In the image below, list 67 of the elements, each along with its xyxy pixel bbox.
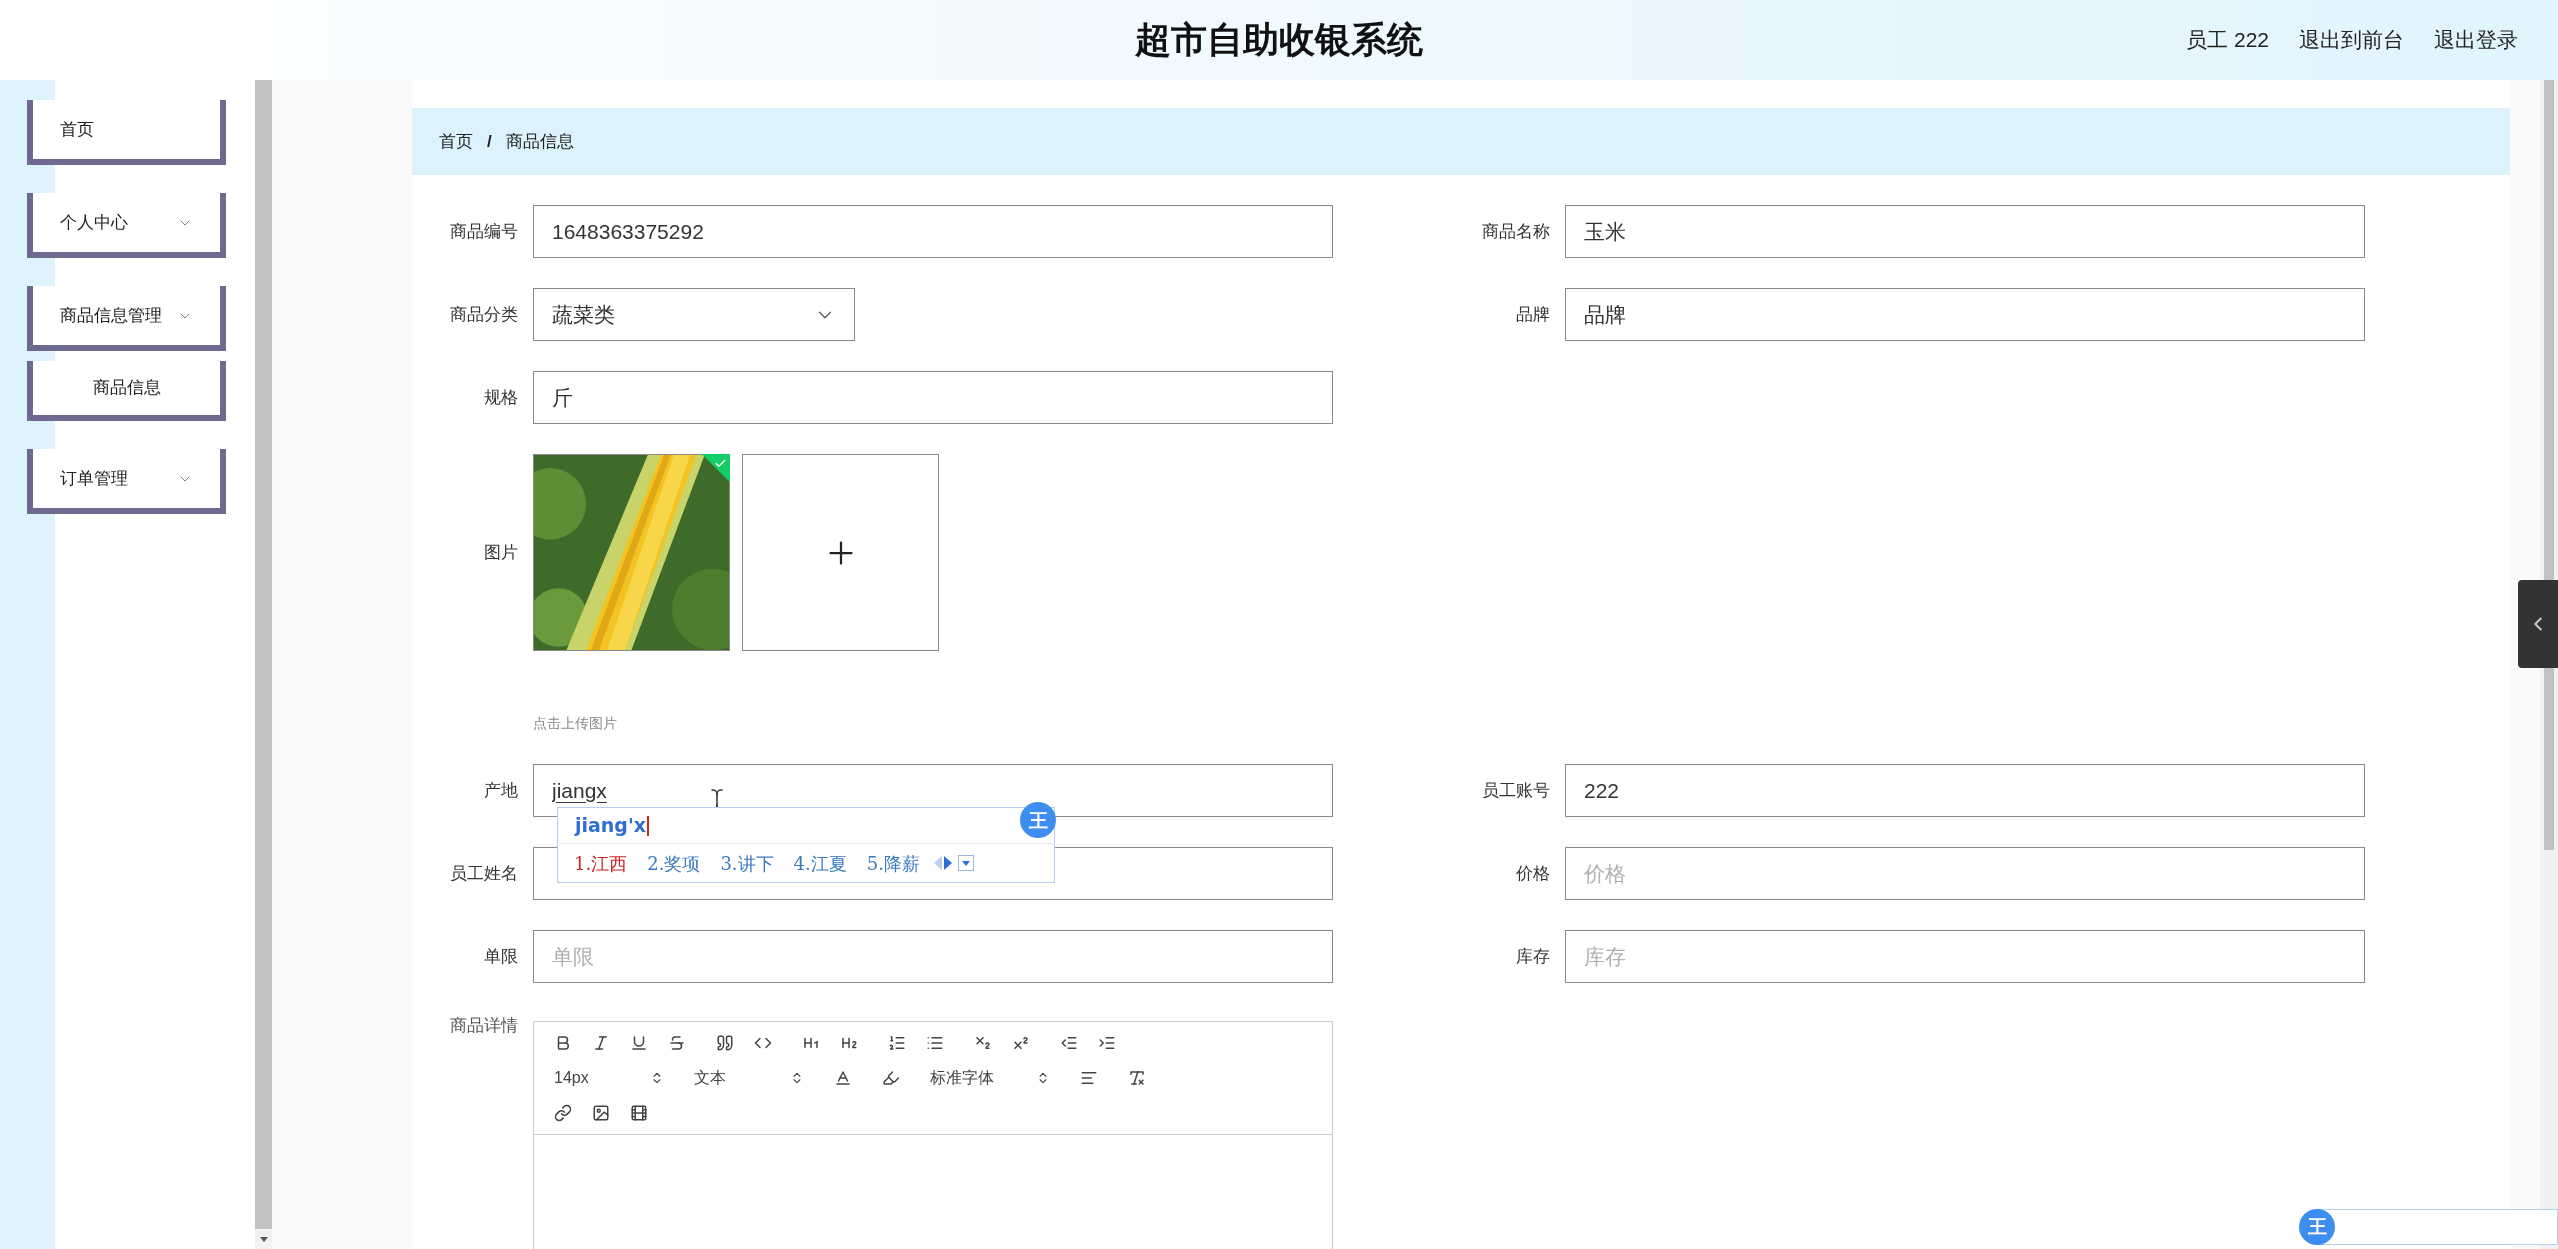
scroll-down-icon[interactable] xyxy=(259,1236,268,1242)
menu-item[interactable]: 商品信息管理 xyxy=(27,286,226,351)
indent-icon[interactable] xyxy=(1098,1034,1116,1052)
header-link[interactable]: 退出登录 xyxy=(2434,24,2518,56)
submenu-item[interactable]: 商品信息 xyxy=(27,361,226,421)
field-label: 库存 xyxy=(1515,945,1550,968)
bullet-list-icon[interactable] xyxy=(926,1034,944,1052)
toolbar-select[interactable]: 文本 xyxy=(694,1066,804,1090)
italic-icon[interactable] xyxy=(592,1034,610,1052)
breadcrumb-current: 商品信息 xyxy=(505,130,574,153)
ime-candidate[interactable]: 5.降薪 xyxy=(866,849,920,877)
menu-item[interactable]: 首页 xyxy=(27,100,226,165)
menu-item[interactable]: 订单管理 xyxy=(27,449,226,514)
field-label: 规格 xyxy=(483,386,518,409)
align-left-icon[interactable] xyxy=(1080,1069,1098,1087)
ime-logo-badge: 王 xyxy=(1020,802,1056,838)
clear-format-icon[interactable] xyxy=(1128,1069,1146,1087)
field-label: 商品名称 xyxy=(1481,220,1550,243)
subscript-icon[interactable] xyxy=(974,1034,992,1052)
toolbar-select[interactable]: 14px xyxy=(554,1066,664,1090)
text-field[interactable]: 222 xyxy=(1565,764,2365,817)
header-link[interactable]: 退出到前台 xyxy=(2299,24,2404,56)
check-icon xyxy=(714,457,727,470)
field-label: 品牌 xyxy=(1515,303,1550,326)
text-field[interactable]: 单限 xyxy=(533,930,1333,983)
field-label: 商品详情 xyxy=(449,1015,518,1037)
field-label: 商品编号 xyxy=(449,220,518,243)
image-icon[interactable] xyxy=(592,1104,610,1122)
upload-button[interactable] xyxy=(742,454,939,651)
field-label: 单限 xyxy=(483,945,518,968)
text-field[interactable]: 斤 xyxy=(533,371,1333,424)
upload-hint: 点击上传图片 xyxy=(533,714,617,733)
category-select[interactable]: 蔬菜类 xyxy=(533,288,855,341)
video-icon[interactable] xyxy=(630,1104,648,1122)
side-panel-toggle[interactable] xyxy=(2518,580,2558,668)
app-title: 超市自助收银系统 xyxy=(1135,18,1423,62)
font-color-icon[interactable] xyxy=(834,1069,852,1087)
next-page-icon[interactable] xyxy=(943,856,952,870)
expand-icon[interactable] xyxy=(957,855,974,871)
toolbar-select[interactable]: 标准字体 xyxy=(930,1066,1050,1090)
field-label: 员工姓名 xyxy=(449,862,518,885)
highlight-icon[interactable] xyxy=(882,1069,900,1087)
ime-candidate[interactable]: 3.讲下 xyxy=(720,849,774,877)
ime-candidate[interactable]: 2.奖项 xyxy=(647,849,701,877)
field-label: 图片 xyxy=(483,541,518,564)
text-field[interactable]: 1648363375292 xyxy=(533,205,1333,258)
user-label: 员工 222 xyxy=(2186,27,2269,54)
underline-icon[interactable] xyxy=(630,1034,648,1052)
text-field[interactable]: 品牌 xyxy=(1565,288,2365,341)
ime-candidate[interactable]: 4.江夏 xyxy=(793,849,847,877)
numbered-list-icon[interactable] xyxy=(888,1034,906,1052)
menu-item[interactable]: 个人中心 xyxy=(27,193,226,258)
quote-icon[interactable] xyxy=(716,1034,734,1052)
superscript-icon[interactable] xyxy=(1012,1034,1030,1052)
text-field[interactable]: 价格 xyxy=(1565,847,2365,900)
outdent-icon[interactable] xyxy=(1060,1034,1078,1052)
text-field[interactable]: 库存 xyxy=(1565,930,2365,983)
ime-candidate[interactable]: 1.江西 xyxy=(574,849,628,877)
field-label: 产地 xyxy=(483,779,518,802)
field-label: 价格 xyxy=(1515,862,1550,885)
strikethrough-icon[interactable] xyxy=(668,1034,686,1052)
text-field[interactable]: 玉米 xyxy=(1565,205,2365,258)
link-icon[interactable] xyxy=(554,1104,572,1122)
field-label: 商品分类 xyxy=(449,303,518,326)
breadcrumb-separator: / xyxy=(487,130,492,153)
field-label: 员工账号 xyxy=(1481,779,1550,802)
breadcrumb-link[interactable]: 首页 xyxy=(439,128,473,155)
